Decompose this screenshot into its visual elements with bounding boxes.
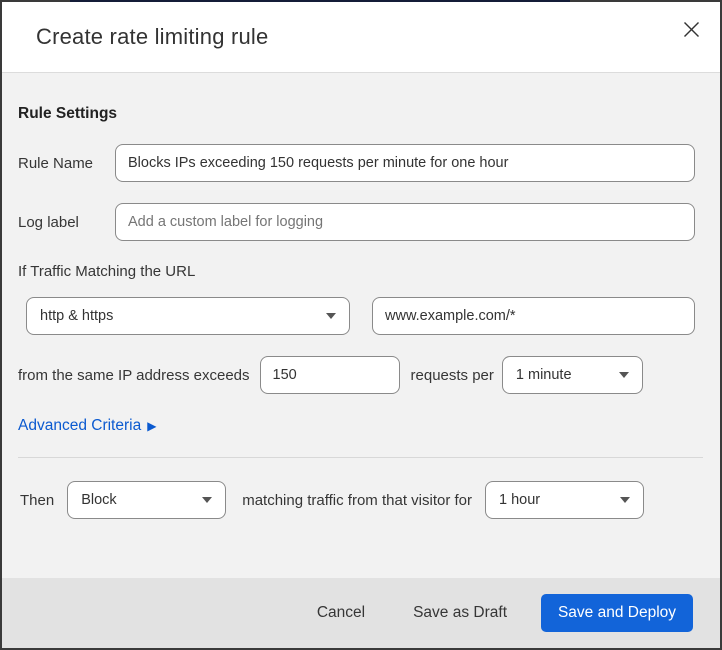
scheme-select[interactable]: http & https — [26, 297, 350, 335]
url-input[interactable] — [372, 297, 695, 335]
rule-name-input[interactable] — [115, 144, 695, 182]
save-as-draft-button[interactable]: Save as Draft — [409, 596, 511, 630]
duration-selected-value: 1 hour — [499, 492, 541, 508]
save-and-deploy-button[interactable]: Save and Deploy — [541, 594, 693, 632]
requests-per-text: requests per — [410, 366, 494, 384]
url-input-wrap — [372, 297, 695, 335]
create-rate-limiting-rule-dialog: Create rate limiting rule Rule Settings … — [0, 0, 722, 650]
threshold-row: from the same IP address exceeds request… — [18, 356, 695, 394]
log-label-row: Log label — [18, 203, 695, 241]
cancel-button[interactable]: Cancel — [313, 596, 369, 630]
duration-select[interactable]: 1 hour — [485, 481, 645, 519]
chevron-down-icon — [618, 372, 629, 378]
chevron-down-icon — [202, 497, 213, 503]
requests-count-input[interactable] — [259, 356, 400, 394]
advanced-criteria-row: Advanced Criteria ▶ — [18, 417, 695, 435]
chevron-down-icon — [620, 497, 631, 503]
dialog-body: Rule Settings Rule Name Log label If Tra… — [2, 73, 720, 578]
rule-name-row: Rule Name — [18, 144, 695, 182]
advanced-criteria-link[interactable]: Advanced Criteria ▶ — [18, 417, 156, 435]
dialog-footer: Cancel Save as Draft Save and Deploy — [2, 578, 720, 648]
close-button[interactable] — [678, 18, 704, 44]
rule-name-label: Rule Name — [18, 154, 94, 172]
log-label-input[interactable] — [115, 203, 695, 241]
period-selected-value: 1 minute — [515, 367, 572, 383]
section-divider — [18, 457, 703, 458]
action-selected-value: Block — [81, 492, 117, 508]
chevron-down-icon — [326, 313, 336, 319]
dialog-title: Create rate limiting rule — [36, 24, 269, 49]
rule-settings-heading: Rule Settings — [18, 105, 118, 122]
scheme-selected-value: http & https — [40, 308, 114, 324]
traffic-match-row: http & https — [18, 297, 695, 335]
matching-traffic-text: matching traffic from that visitor for — [242, 491, 473, 509]
threshold-prefix-text: from the same IP address exceeds — [18, 366, 250, 384]
advanced-criteria-label: Advanced Criteria — [18, 417, 142, 434]
traffic-match-label: If Traffic Matching the URL — [18, 263, 196, 280]
dialog-header: Create rate limiting rule — [2, 2, 720, 73]
action-select[interactable]: Block — [67, 481, 227, 519]
period-select[interactable]: 1 minute — [501, 356, 643, 394]
chevron-right-icon: ▶ — [147, 419, 157, 433]
action-row: Then Block matching traffic from that vi… — [18, 481, 695, 519]
close-icon — [683, 21, 700, 41]
log-label-label: Log label — [18, 213, 79, 231]
then-text: Then — [20, 491, 55, 509]
